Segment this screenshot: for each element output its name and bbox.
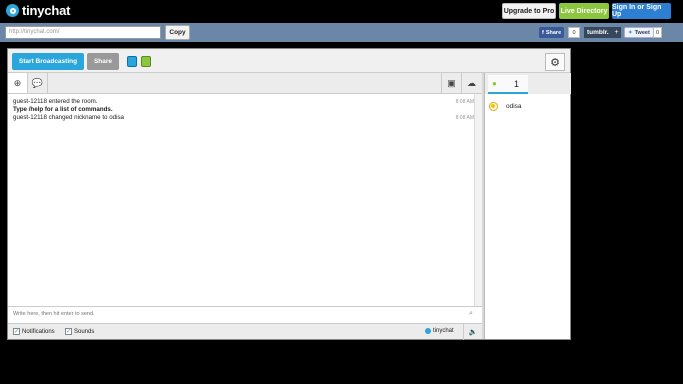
logo-icon bbox=[6, 4, 19, 17]
checkbox-check-icon: ✓ bbox=[65, 328, 72, 335]
notifications-checkbox[interactable]: ✓ Notifications bbox=[13, 328, 55, 335]
copy-url-button[interactable]: Copy bbox=[165, 25, 190, 40]
sounds-checkbox[interactable]: ✓ Sounds bbox=[65, 328, 94, 335]
tweet-count: 0 bbox=[653, 27, 662, 38]
user-avatar-icon bbox=[489, 101, 498, 111]
checkbox-check-icon: ✓ bbox=[13, 328, 20, 335]
live-directory-button[interactable]: Live Directory bbox=[559, 3, 609, 19]
chat-footer: ✓ Notifications ✓ Sounds tinychat 🔈 bbox=[8, 323, 482, 340]
user-count: 1 bbox=[514, 78, 520, 89]
zoom-icon[interactable]: ⊕ bbox=[8, 73, 28, 93]
user-list-pane: ● 1 odisa bbox=[484, 73, 571, 339]
share-button[interactable]: Share bbox=[87, 53, 119, 70]
chat-input-row: ⌕ bbox=[8, 306, 482, 323]
facebook-icon: f bbox=[542, 29, 544, 36]
ios-app-icon[interactable] bbox=[127, 56, 137, 67]
url-bar: http://tinychat.com/ Copy f Share 0 tumbl… bbox=[0, 23, 683, 42]
room-toolbar: Start Broadcasting Share ⚙ bbox=[8, 49, 570, 73]
android-app-icon[interactable] bbox=[141, 56, 151, 67]
user-list-header: ● 1 bbox=[485, 73, 571, 94]
logo-icon bbox=[425, 328, 431, 334]
chat-scrollbar[interactable] bbox=[474, 94, 482, 306]
message-text: guest-12118 changed nickname to odisa bbox=[13, 114, 124, 121]
user-name: odisa bbox=[506, 102, 522, 110]
message-text: Type /help for a list of commands. bbox=[13, 106, 113, 113]
facebook-share-button[interactable]: f Share bbox=[539, 27, 565, 38]
settings-gear-icon[interactable]: ⚙ bbox=[545, 53, 565, 71]
chat-message: guest-12118 changed nickname to odisa bbox=[13, 114, 473, 121]
logo-text: tinychat bbox=[22, 3, 71, 18]
user-icon: ● bbox=[492, 78, 497, 88]
tinychat-brand: tinychat bbox=[425, 328, 454, 334]
upgrade-to-pro-button[interactable]: Upgrade to Pro bbox=[502, 3, 556, 19]
search-icon[interactable]: ⌕ bbox=[469, 310, 473, 318]
chat-area: ⊕ 💬 ▣ ☁ guest-12118 entered the room. 8:… bbox=[8, 73, 482, 340]
sign-in-button[interactable]: Sign In or Sign Up bbox=[612, 3, 671, 19]
tumblr-share-button[interactable]: tumblr. bbox=[584, 27, 612, 38]
speaker-icon[interactable]: 🔈 bbox=[463, 324, 482, 340]
tweet-label: Tweet bbox=[634, 29, 650, 36]
chat-bubble-icon[interactable]: 💬 bbox=[28, 73, 48, 93]
facebook-share-label: Share bbox=[545, 29, 562, 36]
tweet-button[interactable]: ✦ Tweet bbox=[624, 27, 654, 38]
chat-message: Type /help for a list of commands. bbox=[13, 106, 473, 113]
tab-users[interactable]: ● 1 bbox=[488, 75, 528, 94]
brand-label: tinychat bbox=[433, 328, 454, 334]
chat-input[interactable] bbox=[13, 311, 453, 317]
message-list: guest-12118 entered the room. 8:08 AM Ty… bbox=[8, 94, 482, 304]
video-icon[interactable]: ▣ bbox=[441, 73, 461, 93]
facebook-share-count: 0 bbox=[568, 27, 580, 38]
chat-room-panel: Start Broadcasting Share ⚙ ⊕ 💬 ▣ ☁ guest… bbox=[7, 48, 571, 340]
chat-message: guest-12118 entered the room. bbox=[13, 98, 473, 105]
top-bar: tinychat Upgrade to Pro Live Directory S… bbox=[0, 0, 683, 23]
tumblr-plus-button[interactable]: + bbox=[612, 27, 621, 38]
chat-tabs: ⊕ 💬 ▣ ☁ bbox=[8, 73, 482, 94]
twitter-icon: ✦ bbox=[628, 29, 633, 36]
user-list-item[interactable]: odisa bbox=[487, 100, 567, 112]
logo[interactable]: tinychat bbox=[6, 3, 70, 18]
room-url-field[interactable]: http://tinychat.com/ bbox=[5, 26, 161, 39]
notifications-label: Notifications bbox=[22, 328, 55, 335]
sounds-label: Sounds bbox=[74, 328, 95, 335]
message-time: 8:08 AM bbox=[455, 115, 474, 121]
soundcloud-icon[interactable]: ☁ bbox=[461, 73, 481, 93]
message-time: 8:08 AM bbox=[455, 99, 474, 105]
start-broadcasting-button[interactable]: Start Broadcasting bbox=[12, 53, 84, 70]
message-text: guest-12118 entered the room. bbox=[13, 98, 98, 105]
